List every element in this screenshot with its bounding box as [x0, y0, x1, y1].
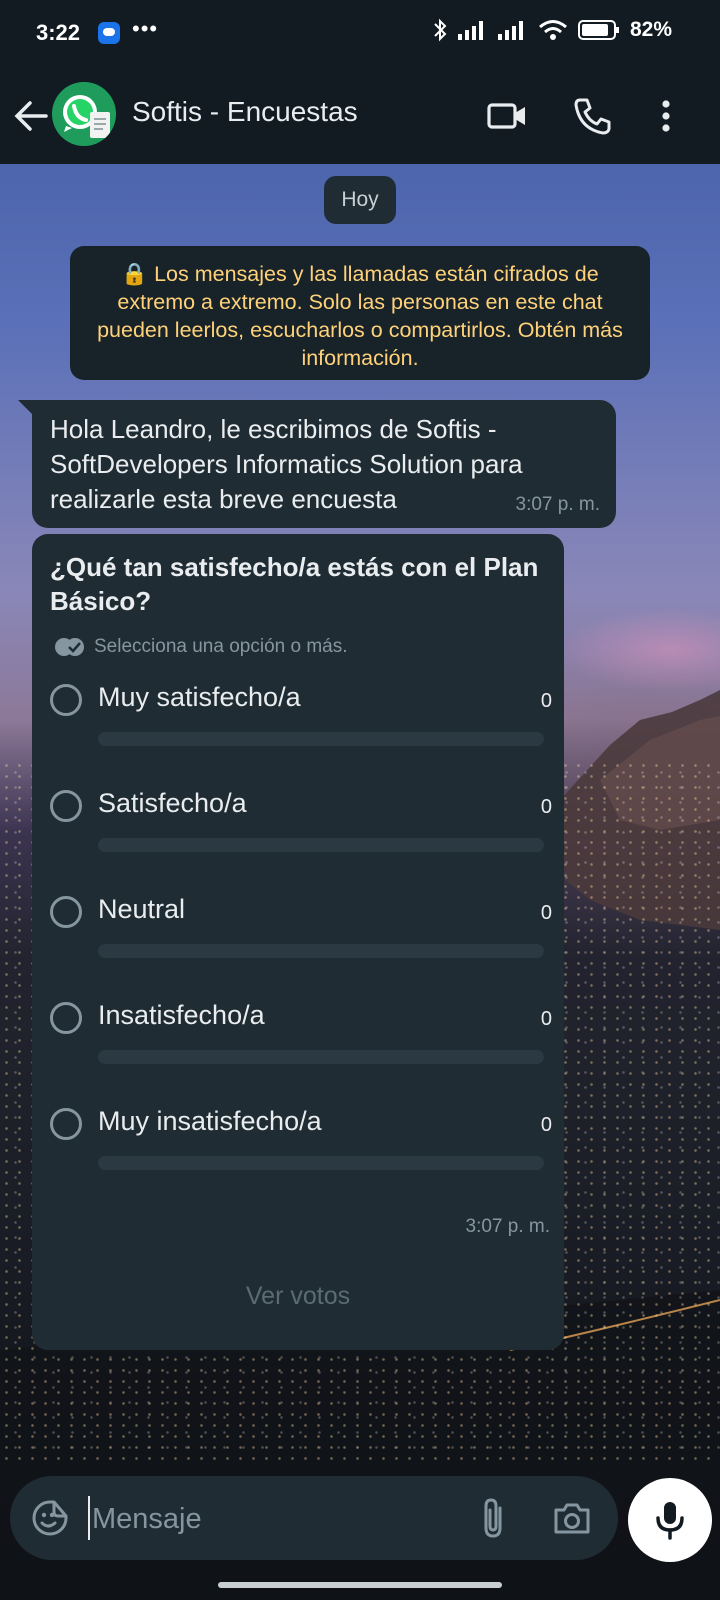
home-indicator[interactable] [218, 1582, 502, 1588]
chat-header: Softis - Encuestas [0, 68, 720, 164]
poll-option-count: 0 [540, 690, 552, 712]
attach-icon[interactable] [474, 1496, 514, 1540]
poll-time: 3:07 p. m. [465, 1216, 551, 1237]
date-chip: Hoy [324, 176, 396, 224]
poll-option[interactable]: Neutral 0 [50, 894, 552, 976]
message-input[interactable] [90, 1494, 464, 1544]
status-time: 3:22 [36, 20, 81, 45]
back-arrow-icon[interactable] [12, 94, 52, 138]
poll-option-label: Satisfecho/a [98, 788, 247, 818]
poll-question: ¿Qué tan satisfecho/a estás con el Plan … [50, 552, 539, 616]
poll-option-bar [98, 838, 544, 852]
poll-option-radio[interactable] [50, 790, 82, 822]
more-notifications-icon: ••• [132, 16, 159, 41]
poll-option-count: 0 [540, 902, 552, 924]
poll-option[interactable]: Insatisfecho/a 0 [50, 1000, 552, 1082]
poll-message: ¿Qué tan satisfecho/a estás con el Plan … [32, 534, 564, 1350]
poll-option-radio[interactable] [50, 1108, 82, 1140]
signal-icon [457, 21, 483, 40]
wifi-icon [539, 20, 567, 40]
view-votes-button[interactable]: Ver votos [32, 1282, 564, 1311]
message-time: 3:07 p. m. [515, 494, 601, 515]
battery-percentage: 82% [629, 18, 672, 41]
poll-option-bar [98, 732, 544, 746]
battery-icon [577, 20, 619, 40]
poll-hint-text: Selecciona una opción o más. [94, 636, 348, 657]
poll-option-label: Muy insatisfecho/a [98, 1106, 322, 1136]
incoming-message[interactable]: Hola Leandro, le escribimos de Softis - … [18, 400, 616, 528]
contact-avatar[interactable] [52, 82, 116, 146]
status-bar: 3:22 ••• 82% [0, 0, 720, 68]
poll-option[interactable]: Muy insatisfecho/a 0 [50, 1106, 552, 1188]
poll-option[interactable]: Muy satisfecho/a 0 [50, 682, 552, 764]
messages-notification-icon [98, 22, 120, 44]
encryption-notice[interactable]: 🔒 Los mensajes y las llamadas están cifr… [70, 246, 650, 380]
video-call-icon[interactable] [486, 94, 530, 138]
signal-icon-2 [497, 21, 523, 40]
voice-call-icon[interactable] [570, 94, 614, 138]
chat-title[interactable]: Softis - Encuestas [132, 96, 358, 128]
poll-option-count: 0 [540, 796, 552, 818]
poll-option-label: Insatisfecho/a [98, 1000, 265, 1030]
poll-option-bar [98, 1156, 544, 1170]
poll-option-count: 0 [540, 1008, 552, 1030]
message-composer [10, 1476, 618, 1560]
poll-option-radio[interactable] [50, 896, 82, 928]
poll-option-bar [98, 1050, 544, 1064]
poll-option-label: Neutral [98, 894, 186, 924]
bluetooth-icon [434, 18, 447, 42]
whatsapp-logo-icon [52, 82, 116, 146]
voice-message-button[interactable] [628, 1478, 712, 1562]
poll-hint: Selecciona una opción o más. [54, 636, 348, 658]
status-icons: 82% [432, 18, 672, 42]
more-options-icon[interactable] [644, 94, 688, 138]
poll-option-radio[interactable] [50, 684, 82, 716]
sticker-emoji-icon[interactable] [30, 1498, 70, 1538]
poll-option-bar [98, 944, 544, 958]
camera-icon[interactable] [550, 1496, 594, 1540]
poll-option[interactable]: Satisfecho/a 0 [50, 788, 552, 870]
bubble-tail [18, 400, 32, 414]
poll-option-count: 0 [540, 1114, 552, 1136]
microphone-icon [656, 1502, 684, 1540]
poll-option-radio[interactable] [50, 1002, 82, 1034]
poll-option-label: Muy satisfecho/a [98, 682, 301, 712]
double-check-icon [55, 638, 84, 656]
